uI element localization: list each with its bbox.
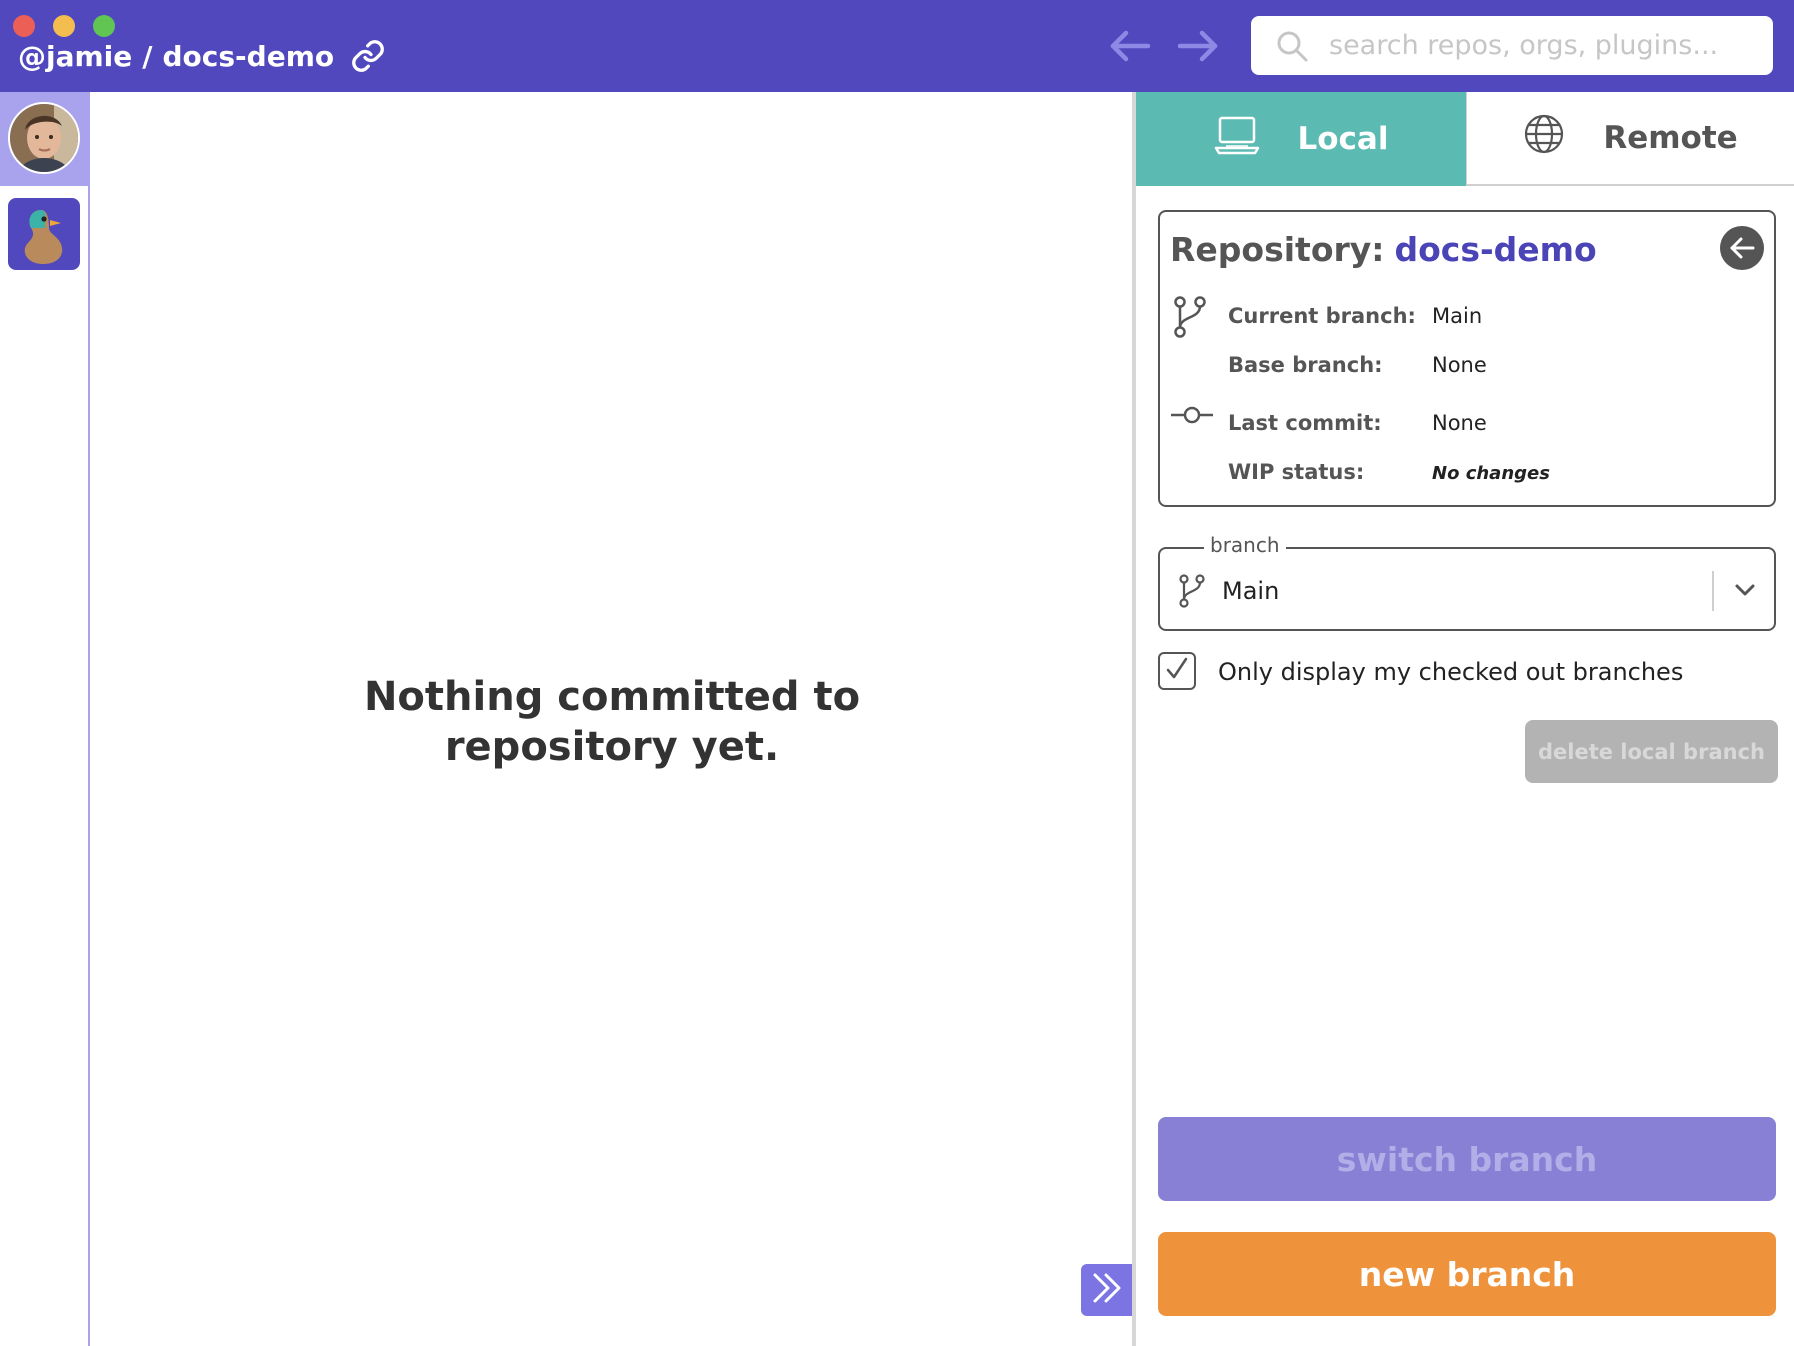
breadcrumb-separator: / xyxy=(142,39,153,73)
double-chevron-right-icon xyxy=(1089,1270,1125,1310)
base-branch-value: None xyxy=(1432,353,1487,377)
user-avatar[interactable] xyxy=(8,102,80,174)
only-checked-out-label[interactable]: Only display my checked out branches xyxy=(1218,658,1683,686)
panel-tabs: Local Remote xyxy=(1136,92,1794,186)
tab-remote[interactable]: Remote xyxy=(1466,92,1794,186)
breadcrumb: @jamie / docs-demo xyxy=(18,38,386,74)
empty-message-line-2: repository yet. xyxy=(444,724,780,770)
delete-local-branch-button[interactable]: delete local branch xyxy=(1525,720,1778,783)
wip-status-key: WIP status: xyxy=(1228,460,1365,484)
back-arrow-icon[interactable] xyxy=(1106,24,1154,68)
current-branch-value: Main xyxy=(1432,304,1483,328)
branch-panel: Local Remote Repository: docs-demo Curre… xyxy=(1132,92,1794,1346)
forward-arrow-icon[interactable] xyxy=(1174,24,1222,68)
branch-select-value: Main xyxy=(1222,577,1280,605)
owner-name[interactable]: @jamie xyxy=(18,40,132,73)
repository-name: docs-demo xyxy=(1394,230,1597,269)
last-commit-value: None xyxy=(1432,411,1487,435)
wip-status-row: WIP status: No changes xyxy=(1228,460,1550,484)
empty-state-message: Nothing committed to repository yet. xyxy=(92,672,1132,772)
close-window-button[interactable] xyxy=(13,15,35,37)
left-rail xyxy=(0,92,90,1346)
empty-message-line-1: Nothing committed to xyxy=(363,674,861,720)
last-commit-key: Last commit: xyxy=(1228,411,1382,435)
back-arrow-circle-icon[interactable] xyxy=(1720,226,1764,270)
only-checked-out-checkbox[interactable] xyxy=(1158,652,1196,690)
laptop-icon xyxy=(1214,115,1260,163)
minimize-window-button[interactable] xyxy=(53,15,75,37)
search-input[interactable] xyxy=(1329,30,1749,61)
search-box[interactable] xyxy=(1251,16,1773,75)
tab-remote-label: Remote xyxy=(1603,120,1738,156)
commit-icon xyxy=(1170,402,1214,432)
branch-icon xyxy=(1170,294,1210,344)
repository-title: Repository: docs-demo xyxy=(1170,230,1597,269)
base-branch-key: Base branch: xyxy=(1228,353,1383,377)
repository-label: Repository: xyxy=(1170,230,1385,269)
repo-name[interactable]: docs-demo xyxy=(163,40,335,73)
commit-history-area: Nothing committed to repository yet. xyxy=(92,92,1132,1346)
maximize-window-button[interactable] xyxy=(93,15,115,37)
title-bar: @jamie / docs-demo xyxy=(0,0,1794,92)
base-branch-row: Base branch: None xyxy=(1228,353,1487,377)
current-branch-row: Current branch: Main xyxy=(1228,304,1482,328)
current-branch-key: Current branch: xyxy=(1228,304,1416,328)
switch-branch-button[interactable]: switch branch xyxy=(1158,1117,1776,1201)
branch-select[interactable]: branch Main xyxy=(1158,533,1776,631)
repository-info-card: Repository: docs-demo Current branch: Main… xyxy=(1158,210,1776,507)
new-branch-button[interactable]: new branch xyxy=(1158,1232,1776,1316)
branch-select-label: branch xyxy=(1204,533,1286,557)
branch-icon xyxy=(1176,573,1206,613)
link-icon[interactable] xyxy=(350,38,386,74)
select-divider xyxy=(1712,571,1714,611)
tab-local-label: Local xyxy=(1297,121,1389,157)
tab-local[interactable]: Local xyxy=(1136,92,1466,186)
globe-icon xyxy=(1523,113,1565,163)
chevron-down-icon[interactable] xyxy=(1730,575,1760,609)
duck-app-icon[interactable] xyxy=(8,198,80,270)
search-icon xyxy=(1275,29,1309,63)
expand-panel-button[interactable] xyxy=(1081,1264,1133,1316)
wip-status-value: No changes xyxy=(1432,463,1550,484)
checkmark-icon xyxy=(1164,656,1190,686)
last-commit-row: Last commit: None xyxy=(1228,411,1487,435)
